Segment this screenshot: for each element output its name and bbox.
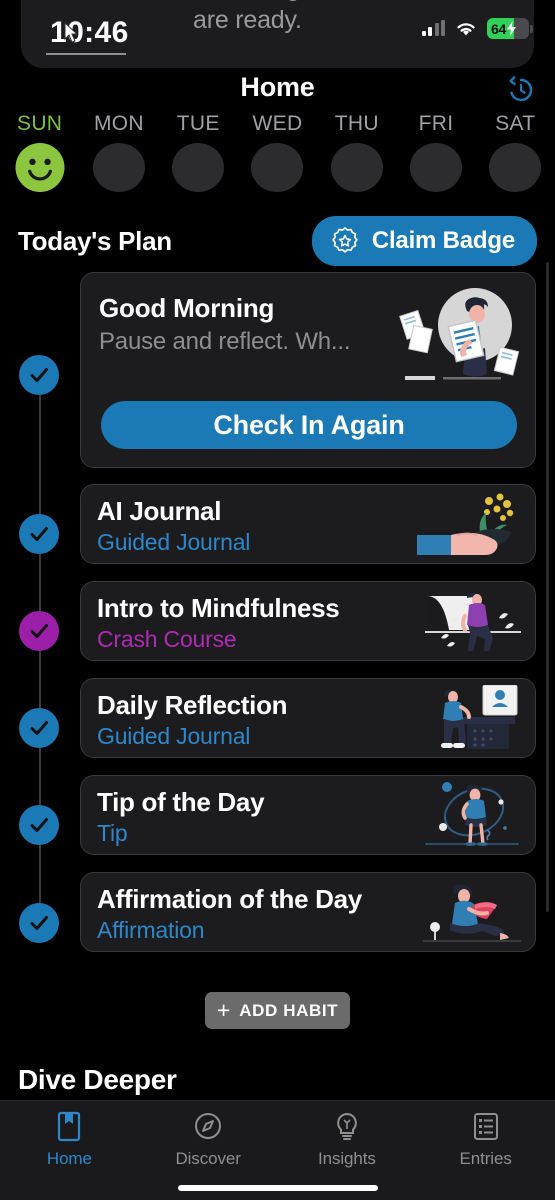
day-column-wed[interactable]: WED (238, 112, 317, 192)
lightbulb-icon (337, 1112, 357, 1140)
person-walking-illustration (425, 592, 521, 651)
timeline-status-habit-0[interactable] (19, 514, 59, 554)
history-clock-icon (509, 76, 533, 102)
person-at-desk-illustration (441, 685, 518, 749)
compass-icon (195, 1113, 222, 1139)
status-bar-time: 10:46 (50, 16, 129, 49)
habit-card-tip-of-the-day[interactable]: Tip of the Day Tip (80, 775, 536, 855)
day-label: SUN (17, 112, 63, 135)
tab-home[interactable]: Home (0, 1101, 139, 1200)
habit-card-daily-reflection[interactable]: Daily Reflection Guided Journal (80, 678, 536, 758)
habit-card-ai-journal[interactable]: AI Journal Guided Journal (80, 484, 536, 564)
cellular-signal-icon (421, 20, 445, 36)
habit-card-intro-to-mindfulness[interactable]: Intro to Mindfulness Crash Course (80, 581, 536, 661)
check-circle-icon (30, 916, 48, 930)
empty-circle-icon (330, 143, 383, 192)
check-circle-icon (30, 368, 48, 382)
section-header: Today's Plan Claim Badge (0, 216, 555, 266)
check-in-card[interactable]: Good Morning Pause and reflect. Wh... Ch… (80, 272, 536, 468)
day-column-mon[interactable]: MON (79, 112, 158, 192)
day-column-sun[interactable]: SUN (0, 112, 79, 192)
woman-thinking-illustration (425, 782, 519, 846)
tab-label: Entries (459, 1149, 512, 1168)
add-habit-label: ADD HABIT (239, 1000, 339, 1020)
check-in-again-button[interactable]: Check In Again (101, 401, 517, 449)
tab-label: Discover (175, 1149, 241, 1168)
bottom-tab-bar: Home Discover Insights Entries (0, 1100, 555, 1200)
empty-circle-icon (172, 143, 225, 192)
claim-badge-button[interactable]: Claim Badge (311, 216, 537, 266)
wifi-icon (457, 22, 475, 35)
hand-holding-plant-illustration (417, 493, 514, 555)
timeline-status-habit-2[interactable] (19, 708, 59, 748)
check-circle-icon (30, 818, 48, 832)
empty-circle-icon (92, 143, 145, 192)
history-button[interactable] (499, 70, 539, 110)
charging-bolt-icon (506, 21, 516, 36)
dive-deeper-heading: Dive Deeper (18, 1064, 177, 1095)
check-circle-icon (30, 721, 48, 735)
check-circle-icon (30, 624, 48, 638)
tab-label: Home (46, 1149, 92, 1168)
card-progress-bars (405, 376, 501, 380)
timeline-status-habit-4[interactable] (19, 903, 59, 943)
day-label: SAT (495, 112, 536, 135)
plus-icon: + (216, 997, 231, 1023)
day-label: THU (334, 112, 379, 135)
day-label: WED (252, 112, 303, 135)
check-circle-icon (30, 527, 48, 541)
woman-with-documents-illustration (399, 288, 520, 377)
mouse-cursor-icon (64, 22, 79, 43)
page-title: Home (240, 72, 315, 102)
book-bookmark-icon (58, 1111, 81, 1142)
tab-entries[interactable]: Entries (416, 1101, 555, 1200)
status-bar-indicators: 64 (421, 18, 533, 39)
day-column-fri[interactable]: FRI (396, 112, 475, 192)
week-strip: SUN MON TUE WED THU FRI SAT (0, 112, 555, 192)
day-label: TUE (176, 112, 220, 135)
vertical-scrollbar[interactable] (546, 262, 549, 912)
day-column-tue[interactable]: TUE (159, 112, 238, 192)
battery-level: 64 (491, 20, 506, 37)
timeline-status-habit-1[interactable] (19, 611, 59, 651)
add-habit-button[interactable]: + ADD HABIT (205, 992, 350, 1029)
status-bar: 10:46 64 (0, 0, 555, 60)
day-label: FRI (418, 112, 454, 135)
day-column-thu[interactable]: THU (317, 112, 396, 192)
battery-icon: 64 (487, 18, 529, 39)
day-label: MON (93, 112, 144, 135)
section-title: Today's Plan (18, 225, 172, 256)
habit-card-affirmation-of-the-day[interactable]: Affirmation of the Day Affirmation (80, 872, 536, 952)
time-underline (46, 53, 126, 55)
person-reading-illustration (423, 884, 521, 942)
page-header: Home (0, 72, 555, 110)
day-column-sat[interactable]: SAT (476, 112, 555, 192)
timeline-status-checkin[interactable] (19, 355, 59, 395)
badge-rosette-icon (332, 227, 358, 253)
home-indicator (177, 1185, 378, 1191)
list-document-icon (473, 1113, 498, 1140)
smiley-face-icon (15, 143, 65, 192)
empty-circle-icon (251, 143, 304, 192)
tab-label: Insights (317, 1149, 376, 1168)
claim-badge-label: Claim Badge (371, 227, 515, 254)
empty-circle-icon (489, 143, 542, 192)
timeline-status-habit-3[interactable] (19, 805, 59, 845)
empty-circle-icon (410, 143, 463, 192)
